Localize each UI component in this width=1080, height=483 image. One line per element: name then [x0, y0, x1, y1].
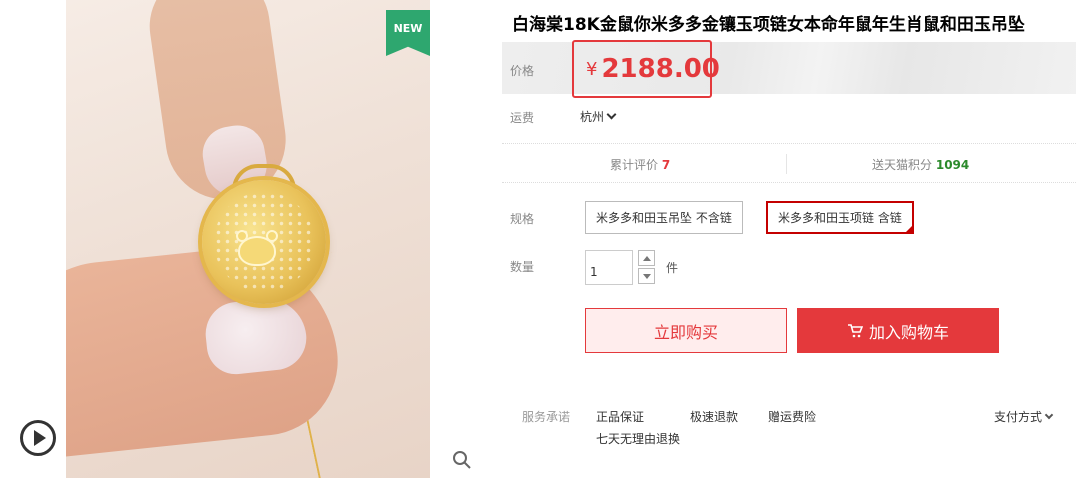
stats-divider [786, 154, 787, 174]
spec-option-pendant[interactable]: 米多多和田玉吊坠 不含链 [585, 201, 743, 234]
cart-icon [847, 323, 863, 337]
zoom-search-icon[interactable] [452, 450, 472, 470]
product-main-image[interactable]: NEW 公益 宝贝 [66, 0, 430, 478]
quantity-label: 数量 [510, 260, 535, 274]
buy-now-label: 立即购买 [653, 322, 718, 342]
quantity-increase-button[interactable] [638, 250, 655, 266]
payment-label: 支付方式 [994, 410, 1043, 424]
reviews-count: 7 [661, 158, 671, 172]
bear-ear-right [266, 230, 278, 242]
product-gallery: NEW 公益 宝贝 [8, 0, 478, 483]
bear-jade-icon [236, 230, 278, 266]
price-box: ¥ 2188.00 [572, 40, 720, 98]
quantity-unit: 件 [666, 261, 679, 275]
spec-label: 规格 [510, 212, 535, 226]
spec-option-label: 米多多和田玉吊坠 不含链 [596, 211, 732, 225]
reviews-stat[interactable]: 累计评价 7 [610, 156, 670, 173]
shipping-city: 杭州 [580, 110, 605, 124]
add-to-cart-button[interactable]: 加入购物车 [797, 308, 999, 353]
shipping-city-dropdown[interactable]: 杭州 [580, 108, 617, 125]
buy-now-button[interactable]: 立即购买 [585, 308, 787, 353]
service-item[interactable]: 赠运费险 [768, 408, 816, 425]
points-stat: 送天猫积分 1094 [872, 156, 969, 173]
new-badge: NEW [386, 10, 430, 56]
shipping-label: 运费 [510, 111, 535, 125]
points-label: 送天猫积分 [872, 158, 933, 172]
price-label: 价格 [510, 64, 535, 78]
product-title: 白海棠18K金鼠你米多多金镶玉项链女本命年鼠年生肖鼠和田玉吊坠 [512, 15, 1025, 35]
chevron-down-icon [1044, 410, 1054, 420]
points-value: 1094 [935, 158, 970, 172]
chevron-down-icon [606, 109, 617, 120]
new-badge-text: NEW [393, 22, 423, 35]
gold-pendant [202, 180, 326, 304]
price-value: 2188.00 [601, 54, 720, 84]
chevron-down-icon [642, 273, 651, 279]
chevron-up-icon [642, 255, 651, 261]
spec-option-necklace[interactable]: 米多多和田玉项链 含链 ✓ [766, 201, 914, 234]
service-item[interactable]: 正品保证 [596, 408, 644, 425]
bear-ear-left [236, 230, 248, 242]
stats-bar: 累计评价 7 送天猫积分 1094 [502, 143, 1076, 183]
product-info: 白海棠18K金鼠你米多多金镶玉项链女本命年鼠年生肖鼠和田玉吊坠 价格 ¥ 218… [502, 0, 1076, 483]
service-item[interactable]: 七天无理由退换 [596, 430, 680, 447]
check-icon: ✓ [905, 224, 912, 232]
quantity-decrease-button[interactable] [638, 268, 655, 284]
reviews-label: 累计评价 [610, 158, 659, 172]
add-to-cart-label: 加入购物车 [868, 322, 949, 342]
payment-methods-dropdown[interactable]: 支付方式 [994, 408, 1054, 425]
play-icon [34, 430, 46, 446]
services-label: 服务承诺 [522, 410, 571, 424]
video-play-button[interactable] [20, 420, 56, 456]
spec-option-label: 米多多和田玉项链 含链 [778, 211, 902, 225]
quantity-input[interactable]: 1 [585, 250, 633, 285]
price-currency: ¥ [586, 58, 598, 80]
service-item[interactable]: 极速退款 [690, 408, 738, 425]
